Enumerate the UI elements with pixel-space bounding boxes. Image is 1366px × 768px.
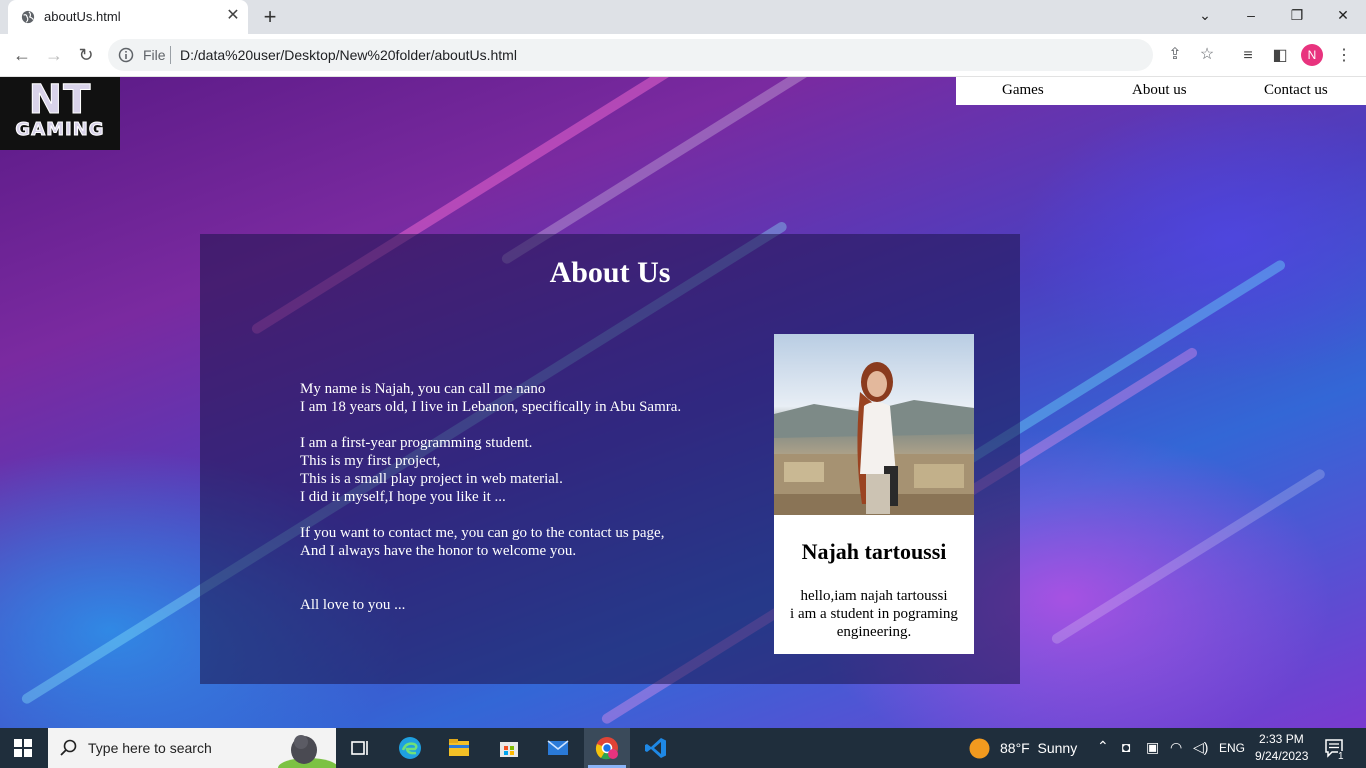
nav-link-games[interactable]: Games: [1002, 82, 1044, 99]
url-text[interactable]: D:/data%20user/Desktop/New%20folder/abou…: [180, 47, 517, 63]
notification-tray-icon[interactable]: ▣: [1146, 739, 1159, 756]
meet-now-icon[interactable]: ◘: [1122, 739, 1130, 755]
weather-text[interactable]: 88°F Sunny: [1000, 740, 1077, 756]
clock-time[interactable]: 2:33 PM: [1259, 732, 1304, 746]
close-window-icon[interactable]: ✕: [1320, 0, 1366, 30]
about-line: I did it myself,I hope you like it ...: [300, 489, 506, 505]
windows-start-icon[interactable]: [14, 739, 32, 757]
task-view-icon[interactable]: [348, 736, 372, 760]
share-icon[interactable]: ⇪: [1165, 45, 1185, 65]
gorilla-search-highlight-icon: [278, 735, 336, 768]
language-indicator[interactable]: ENG: [1219, 741, 1245, 755]
info-icon[interactable]: [118, 47, 134, 63]
chrome-taskbar-button[interactable]: [584, 728, 630, 768]
about-line: I am a first-year programming student.: [300, 435, 533, 451]
profile-avatar[interactable]: N: [1301, 44, 1323, 66]
about-line: I am 18 years old, I live in Lebanon, sp…: [300, 399, 682, 415]
page-viewport: NT GAMING Games About us Contact us Abou…: [0, 77, 1366, 728]
tab-search-chevron-icon[interactable]: ⌄: [1182, 0, 1228, 30]
about-line: And I always have the honor to welcome y…: [300, 543, 577, 559]
nav-link-about-us[interactable]: About us: [1132, 82, 1187, 99]
new-tab-icon[interactable]: +: [258, 6, 282, 28]
mail-icon[interactable]: [546, 736, 570, 760]
chrome-icon: [595, 737, 618, 760]
profile-photo-illustration: [774, 362, 974, 515]
reading-list-icon[interactable]: ≡: [1237, 45, 1259, 67]
about-title: About Us: [549, 256, 671, 289]
site-logo[interactable]: NT GAMING: [0, 77, 120, 150]
site-navbar: Games About us Contact us: [956, 77, 1366, 105]
reload-icon[interactable]: ↻: [74, 43, 98, 67]
browser-tab[interactable]: aboutUs.html ✕: [8, 0, 248, 34]
profile-card: Najah tartoussi hello,iam najah tartouss…: [774, 334, 974, 654]
bookmark-star-icon[interactable]: ☆: [1197, 45, 1217, 65]
tab-title: aboutUs.html: [44, 9, 121, 24]
minimize-icon[interactable]: –: [1228, 0, 1274, 30]
address-bar[interactable]: File D:/data%20user/Desktop/New%20folder…: [108, 39, 1214, 71]
about-line: This is my first project,: [300, 453, 441, 469]
forward-arrow-icon[interactable]: →: [42, 43, 66, 67]
wifi-icon[interactable]: ◠: [1170, 739, 1182, 756]
vscode-icon[interactable]: [644, 736, 668, 760]
edge-browser-icon[interactable]: [398, 736, 422, 760]
about-line: My name is Najah, you can call me nano: [300, 381, 546, 397]
sunny-weather-icon[interactable]: [969, 738, 990, 759]
restore-icon[interactable]: ❐: [1274, 0, 1320, 30]
logo-line-nt: NT: [28, 77, 92, 123]
card-description: hello,iam najah tartoussi i am a student…: [774, 587, 974, 641]
about-line: If you want to contact me, you can go to…: [300, 525, 665, 541]
card-desc-line: i am a student in pograming engineering.: [790, 606, 958, 640]
card-name: Najah tartoussi: [801, 539, 947, 564]
nav-link-contact-us[interactable]: Contact us: [1264, 82, 1328, 99]
globe-icon: [21, 10, 35, 24]
about-panel: About Us My name is Najah, you can call …: [200, 234, 1020, 684]
file-scheme-label: File: [143, 47, 166, 63]
clock-date[interactable]: 9/24/2023: [1255, 749, 1308, 763]
chevron-up-icon[interactable]: ⌃: [1097, 738, 1109, 755]
search-placeholder: Type here to search: [88, 740, 212, 756]
windows-taskbar: Type here to search 88°F Sunny ⌃ ◘ ▣ ◠ ◁…: [0, 728, 1366, 768]
more-menu-icon[interactable]: ⋮: [1333, 45, 1355, 67]
omnibox-divider: [170, 46, 171, 64]
about-line: All love to you ...: [300, 597, 406, 613]
logo-line-gaming: GAMING: [15, 119, 105, 141]
browser-toolbar: ← → ↻ File D:/data%20user/Desktop/New%20…: [0, 34, 1366, 77]
background-streak: [1050, 467, 1327, 646]
close-tab-icon[interactable]: ✕: [224, 7, 242, 25]
taskbar-search[interactable]: Type here to search: [48, 728, 336, 768]
side-panel-icon[interactable]: ◧: [1269, 45, 1291, 67]
tab-strip: aboutUs.html ✕ + ⌄ – ❐ ✕: [0, 0, 1366, 34]
volume-icon[interactable]: ◁): [1193, 739, 1208, 756]
about-line: This is a small play project in web mate…: [300, 471, 563, 487]
card-desc-line: hello,iam najah tartoussi: [800, 588, 948, 604]
back-arrow-icon[interactable]: ←: [10, 43, 34, 67]
file-explorer-icon[interactable]: [447, 736, 471, 760]
profile-photo: [774, 334, 974, 515]
microsoft-store-icon[interactable]: [497, 736, 521, 760]
notification-count-badge: 1: [1338, 751, 1344, 762]
search-icon: [60, 739, 77, 756]
about-text: My name is Najah, you can call me nano I…: [300, 380, 760, 614]
